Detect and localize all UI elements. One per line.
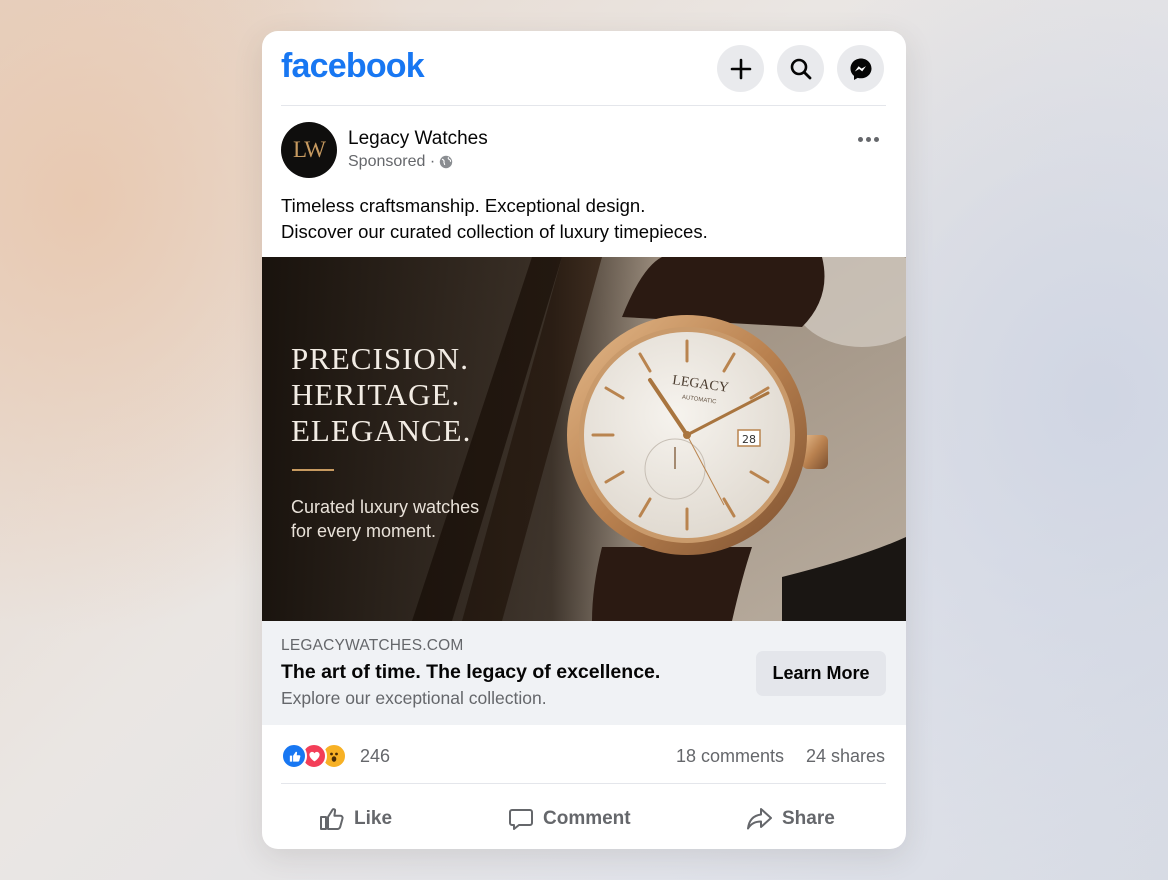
globe-icon [439,155,453,169]
search-button[interactable] [777,45,824,92]
like-reaction-icon [281,743,307,769]
more-dot-icon [873,136,879,142]
ad-post-card: facebook LW Legacy Watches Sponsored · T… [262,31,906,849]
creative-divider [292,469,334,471]
more-options-button[interactable] [852,127,884,151]
ad-creative-image[interactable]: 28 LEGACY AUTOMATIC PRECISION. HERITAGE.… [262,257,906,621]
sponsored-row: Sponsored · [348,153,453,171]
comment-icon [509,809,533,830]
link-headline[interactable]: The art of time. The legacy of excellenc… [281,661,660,684]
page-name-link[interactable]: Legacy Watches [348,128,488,150]
watch-date-window: 28 [742,433,756,446]
link-description: Explore our exceptional collection. [281,688,547,708]
share-button[interactable]: Share [744,799,835,839]
creative-headline: PRECISION. HERITAGE. ELEGANCE. [291,341,471,449]
plus-icon [730,58,751,79]
share-icon [747,808,772,830]
link-domain: LEGACYWATCHES.COM [281,637,464,654]
messenger-icon [850,58,871,80]
creative-headline-line: ELEGANCE. [291,413,472,448]
learn-more-button[interactable]: Learn More [756,651,886,696]
more-dot-icon [857,136,863,142]
post-text: Timeless craftsmanship. Exceptional desi… [281,193,708,245]
comments-count[interactable]: 18 comments [676,746,784,767]
search-icon [790,58,811,79]
more-dot-icon [865,136,871,142]
share-label: Share [782,808,835,829]
thumbs-up-icon [320,808,344,830]
like-label: Like [354,808,393,829]
creative-headline-line: HERITAGE. [291,377,461,412]
comment-button[interactable]: Comment [507,799,631,839]
top-bar: facebook [262,31,906,106]
messenger-button[interactable] [837,45,884,92]
engagement-stats: 246 18 comments 24 shares [262,725,906,783]
shares-count[interactable]: 24 shares [806,746,885,767]
creative-subtitle-line: Curated luxury watches [291,497,480,517]
link-preview[interactable]: LEGACYWATCHES.COM The art of time. The l… [262,621,906,725]
reaction-count[interactable]: 246 [360,746,390,767]
facebook-logo[interactable]: facebook [281,47,425,86]
actions-divider [281,783,886,784]
sponsored-label[interactable]: Sponsored · [348,153,435,171]
header-divider [281,105,886,106]
page-avatar[interactable]: LW [281,122,337,178]
post-text-line: Discover our curated collection of luxur… [281,221,708,242]
post-text-line: Timeless craftsmanship. Exceptional desi… [281,195,646,216]
create-button[interactable] [717,45,764,92]
creative-headline-line: PRECISION. [291,341,469,376]
creative-subtitle: Curated luxury watches for every moment. [291,495,479,543]
like-button[interactable]: Like [318,799,392,839]
comment-label: Comment [543,808,631,829]
reaction-icons[interactable] [281,743,347,769]
creative-subtitle-line: for every moment. [291,521,437,541]
